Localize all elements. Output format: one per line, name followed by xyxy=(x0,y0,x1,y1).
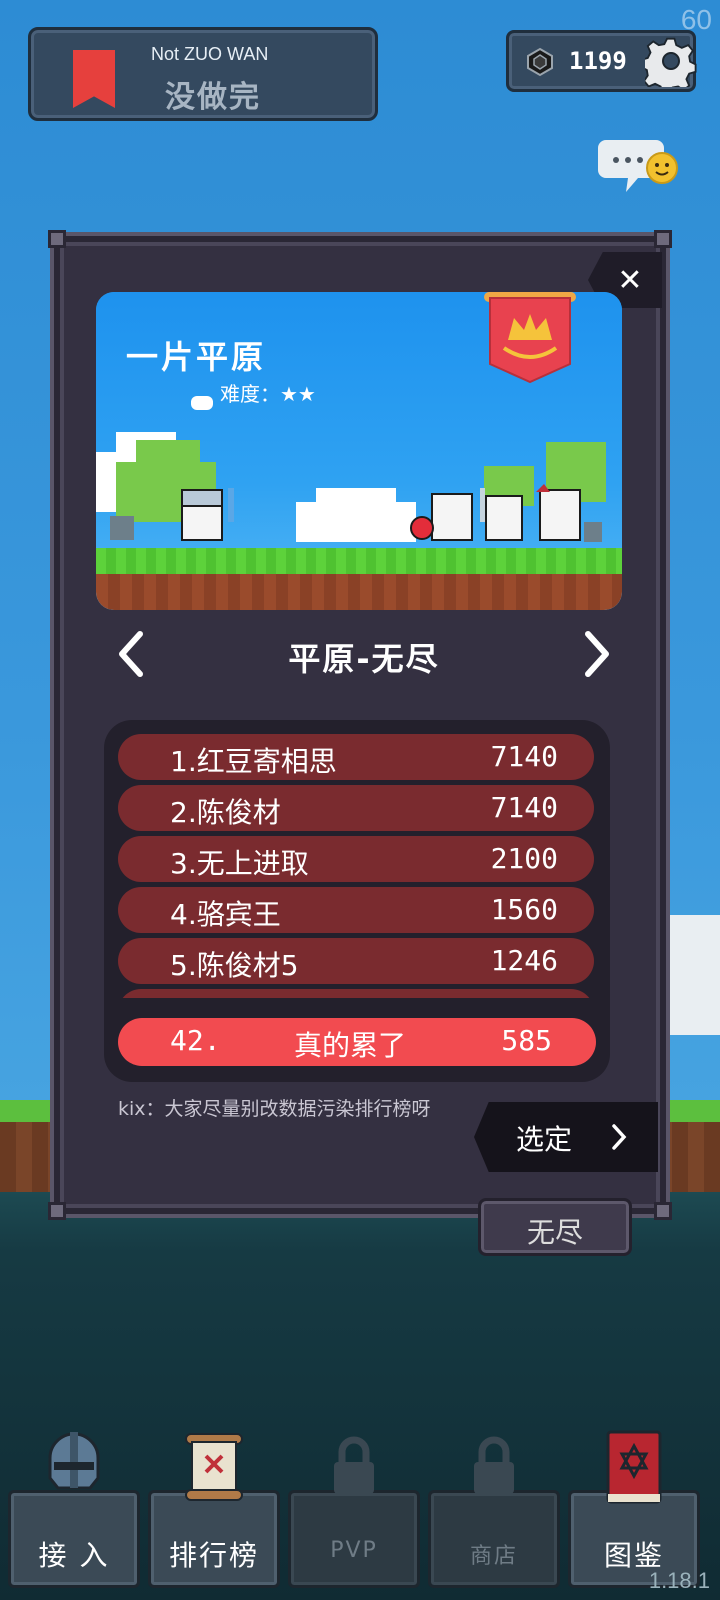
my-rank-score: 585 xyxy=(501,1024,552,1057)
bottom-nav: 接 入 排行榜 PVP 商店 图鉴 xyxy=(0,1428,720,1600)
version-label: 1.18.1 xyxy=(648,1568,710,1593)
chevron-right-icon[interactable] xyxy=(574,628,618,680)
gem-count: 1199 xyxy=(569,47,627,75)
select-button-label: 选定 xyxy=(516,1123,573,1156)
map-title: 一片平原 xyxy=(126,338,267,376)
nav-label: 商店 xyxy=(469,1544,518,1569)
my-rank-name: 真的累了 xyxy=(294,1029,407,1062)
leaderboard-row: 1.红豆寄相思 7140 xyxy=(118,734,594,780)
leaderboard: 1.红豆寄相思 7140 2.陈俊材 7140 3.无上进取 2100 4.骆宾王 1560 5… xyxy=(104,720,610,1082)
leaderboard-row-name: 5.陈俊材5 xyxy=(170,949,299,982)
map-difficulty: 难度：★★ xyxy=(220,378,316,407)
bookmark-icon xyxy=(73,50,115,108)
leaderboard-row-score: 2100 xyxy=(490,842,558,875)
chevron-right-icon xyxy=(612,1124,627,1150)
chat-icon[interactable] xyxy=(598,136,684,196)
leaderboard-row-score: 1246 xyxy=(490,944,558,977)
leaderboard-list[interactable]: 1.红豆寄相思 7140 2.陈俊材 7140 3.无上进取 2100 4.骆宾王 1560 5… xyxy=(118,734,596,998)
lock-icon xyxy=(334,1436,374,1494)
nav-label: 排行榜 xyxy=(168,1539,259,1572)
leaderboard-row-name: 6.红豆生南国 xyxy=(170,995,337,998)
map-preview: 一片平原 难度：★★ xyxy=(96,292,622,610)
map-grass xyxy=(96,548,622,574)
difficulty-stars: ★★ xyxy=(280,382,316,406)
user-name: Not ZUO WAN xyxy=(151,44,269,64)
panel-corner xyxy=(48,230,66,248)
currency-card: 1199 xyxy=(506,30,697,92)
leaderboard-row-score: 7140 xyxy=(490,740,558,773)
mode-tag-label: 无尽 xyxy=(526,1216,583,1249)
map-dirt xyxy=(96,574,622,610)
level-select-panel: ✕ 一片平原 难度：★★ 平原-无尽 1.红豆寄相思 7140 2.陈俊材 71… xyxy=(48,230,672,1220)
leaderboard-row-name: 4.骆宾王 xyxy=(170,898,281,931)
select-button[interactable]: 选定 xyxy=(474,1102,658,1172)
nav-item-leaderboard[interactable]: 排行榜 xyxy=(148,1428,280,1600)
panel-corner xyxy=(654,1202,672,1220)
leaderboard-row: 5.陈俊材5 1246 xyxy=(118,938,594,984)
codex-book-icon xyxy=(606,1430,662,1504)
crown-icon xyxy=(484,292,576,384)
leaderboard-row: 2.陈俊材 7140 xyxy=(118,785,594,831)
leaderboard-row-score: 7140 xyxy=(490,791,558,824)
difficulty-label: 难度： xyxy=(220,382,280,406)
nav-item-connect[interactable]: 接 入 xyxy=(8,1428,140,1600)
mode-switcher: 平原-无尽 xyxy=(110,624,618,684)
mode-tag: 无尽 xyxy=(478,1198,632,1256)
lock-icon xyxy=(474,1436,514,1494)
leaderboard-row-score: 1063 xyxy=(491,995,558,998)
scroll-icon xyxy=(185,1433,243,1501)
leaderboard-row-name: 2.陈俊材 xyxy=(170,796,281,829)
my-rank-row: 42. 真的累了 585 xyxy=(118,1018,596,1066)
gear-icon[interactable] xyxy=(645,35,697,87)
leaderboard-row: 3.无上进取 2100 xyxy=(118,836,594,882)
user-card[interactable]: Not ZUO WAN 没做完 xyxy=(28,27,378,121)
my-rank-number: 42. xyxy=(170,1024,221,1057)
nav-label: 接 入 xyxy=(38,1539,110,1572)
user-title: 没做完 xyxy=(165,80,261,115)
helmet-icon xyxy=(48,1432,100,1490)
mode-title: 平原-无尽 xyxy=(288,640,440,678)
nav-label: PVP xyxy=(330,1538,378,1563)
tip-text: kix：大家尽量别改数据污染排行榜呀 xyxy=(118,1098,431,1120)
leaderboard-row-score: 1560 xyxy=(490,893,558,926)
panel-corner xyxy=(48,1202,66,1220)
panel-corner xyxy=(654,230,672,248)
gem-icon xyxy=(527,47,553,77)
nav-item-pvp[interactable]: PVP xyxy=(288,1428,420,1600)
nav-item-shop[interactable]: 商店 xyxy=(428,1428,560,1600)
leaderboard-row-name: 3.无上进取 xyxy=(170,847,309,880)
leaderboard-row: 4.骆宾王 1560 xyxy=(118,887,594,933)
leaderboard-row-name: 1.红豆寄相思 xyxy=(170,745,337,778)
leaderboard-row: 6.红豆生南国 1063 xyxy=(118,989,594,998)
